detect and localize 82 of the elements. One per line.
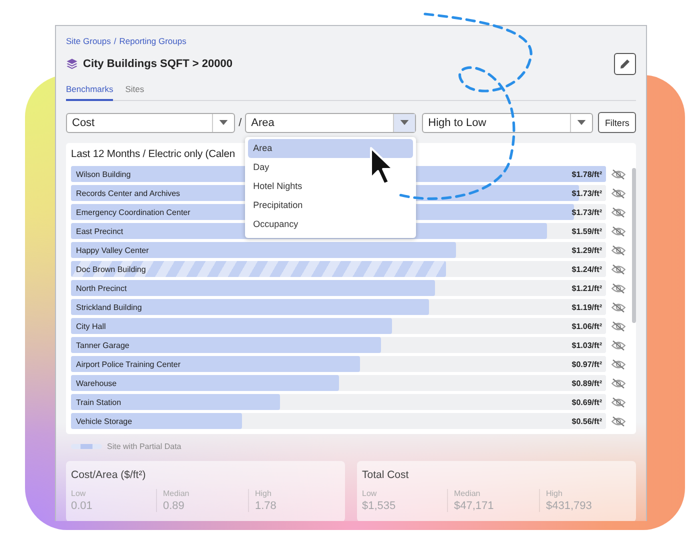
- cost-value: $1.59/ft²: [572, 226, 603, 236]
- chart-title: Last 12 Months / Electric only (Calen: [71, 149, 236, 160]
- divider-slash: /: [238, 116, 243, 128]
- site-name: Train Station: [75, 398, 122, 406]
- eye-slash-icon[interactable]: [611, 378, 626, 388]
- site-name: Warehouse: [75, 378, 117, 388]
- stat-label: Median: [163, 489, 190, 498]
- cost-value: $1.24/ft²: [572, 264, 603, 274]
- breadcrumb-link[interactable]: Site Groups: [66, 36, 111, 46]
- stat-value: $1,535: [362, 500, 397, 512]
- site-name: Doc Brown Building: [75, 264, 146, 274]
- sort-select[interactable]: High to Low: [422, 112, 594, 132]
- menu-option[interactable]: Area: [248, 138, 414, 158]
- stat-label: Low: [362, 489, 378, 498]
- eye-slash-icon[interactable]: [611, 244, 626, 256]
- eye-slash-icon[interactable]: [611, 188, 626, 198]
- stat-label: High: [546, 489, 564, 498]
- eye-slash-icon[interactable]: [611, 168, 626, 180]
- eye-slash-icon[interactable]: [611, 302, 626, 312]
- site-name: Records Center and Archives: [75, 188, 180, 198]
- stat-title: Cost/Area ($/ft²): [71, 469, 147, 481]
- legend-label: Site with Partial Data: [107, 442, 182, 451]
- filters-button[interactable]: Filters: [598, 112, 636, 133]
- eye-slash-icon[interactable]: [611, 206, 626, 218]
- cost-value: $1.29/ft²: [572, 246, 603, 254]
- partial-data-swatch: [71, 444, 102, 449]
- tab[interactable]: Sites: [125, 80, 144, 101]
- eye-slash-icon[interactable]: [611, 416, 626, 426]
- eye-slash-icon[interactable]: [611, 396, 626, 408]
- eye-slash-icon[interactable]: [611, 320, 626, 332]
- cost-value: $1.78/ft²: [572, 170, 603, 178]
- stat-value: 0.89: [163, 500, 186, 512]
- breadcrumb-link[interactable]: Reporting Groups: [119, 36, 186, 46]
- caret-icon: [400, 120, 410, 125]
- cost-value: $0.97/ft²: [572, 360, 603, 368]
- eye-slash-icon[interactable]: [611, 358, 626, 370]
- cost-value: $0.89/ft²: [572, 378, 603, 388]
- menu-option[interactable]: Day: [248, 158, 414, 176]
- site-name: Tanner Garage: [75, 340, 130, 350]
- cost-value: $1.06/ft²: [572, 322, 603, 330]
- page-title: City Buildings SQFT > 20000: [83, 58, 232, 70]
- site-name: North Precinct: [75, 284, 127, 292]
- site-name: Vehicle Storage: [75, 416, 132, 426]
- tab[interactable]: Benchmarks: [66, 80, 114, 101]
- caret-icon: [219, 120, 228, 125]
- menu-option[interactable]: Precipitation: [248, 196, 414, 214]
- stat-label: High: [255, 489, 272, 498]
- site-name: Emergency Coordination Center: [75, 208, 190, 216]
- cost-value: $0.69/ft²: [572, 398, 603, 406]
- menu-option[interactable]: Hotel Nights: [248, 176, 414, 196]
- site-name: East Precinct: [75, 226, 124, 236]
- stat-label: Low: [71, 489, 87, 498]
- eye-slash-icon[interactable]: [611, 226, 626, 236]
- stat-value: 0.01: [71, 500, 94, 512]
- stat-label: Median: [454, 489, 482, 498]
- site-name: Wilson Building: [75, 170, 131, 178]
- caret-icon: [577, 120, 586, 125]
- normalizer-select[interactable]: Area: [245, 112, 416, 132]
- metric-select[interactable]: Cost: [66, 112, 236, 132]
- breadcrumb-separator: /: [114, 36, 116, 46]
- scrollbar[interactable]: [632, 168, 636, 323]
- site-name: City Hall: [75, 322, 106, 330]
- stat-value: 1.78: [255, 500, 278, 512]
- stat-title: Total Cost: [362, 469, 410, 481]
- site-name: Happy Valley Center: [75, 246, 149, 254]
- layers-icon: [66, 58, 78, 70]
- site-name: Airport Police Training Center: [75, 360, 180, 368]
- cost-value: $1.19/ft²: [572, 302, 603, 312]
- cost-value: $0.56/ft²: [572, 416, 603, 426]
- stat-value: $431,793: [546, 500, 593, 512]
- cost-value: $1.73/ft²: [572, 188, 603, 198]
- site-name: Strickland Building: [75, 302, 142, 312]
- cost-value: $1.73/ft²: [572, 208, 603, 216]
- cost-value: $1.21/ft²: [572, 284, 603, 292]
- menu-option[interactable]: Occupancy: [248, 214, 414, 234]
- cost-value: $1.03/ft²: [572, 340, 603, 350]
- edit-button[interactable]: [614, 53, 636, 75]
- eye-slash-icon[interactable]: [611, 282, 626, 294]
- stat-value: $47,171: [454, 500, 495, 512]
- eye-slash-icon[interactable]: [611, 264, 626, 274]
- eye-slash-icon[interactable]: [611, 340, 626, 350]
- pencil-icon: [619, 58, 631, 70]
